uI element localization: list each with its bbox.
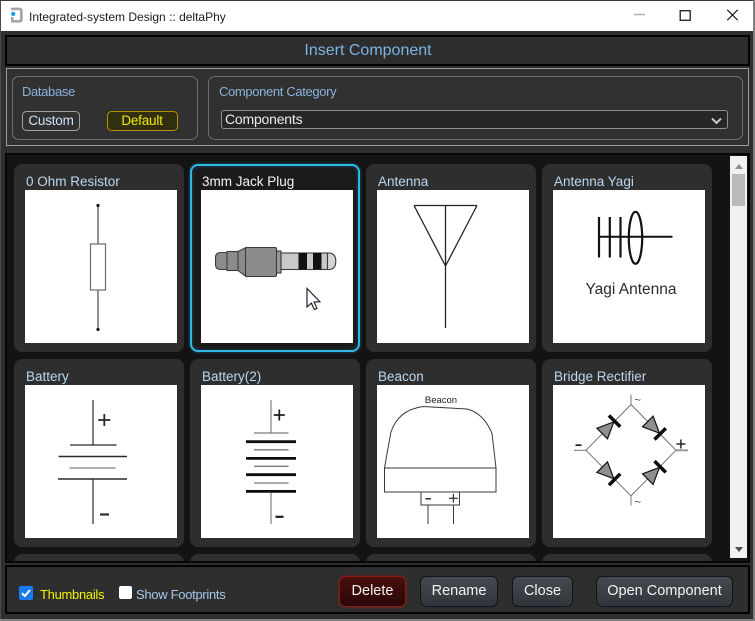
svg-text:Beacon: Beacon [425,395,457,406]
svg-text:~: ~ [635,395,641,407]
svg-text:Yagi Antenna: Yagi Antenna [585,281,676,298]
svg-text:~: ~ [635,497,641,509]
